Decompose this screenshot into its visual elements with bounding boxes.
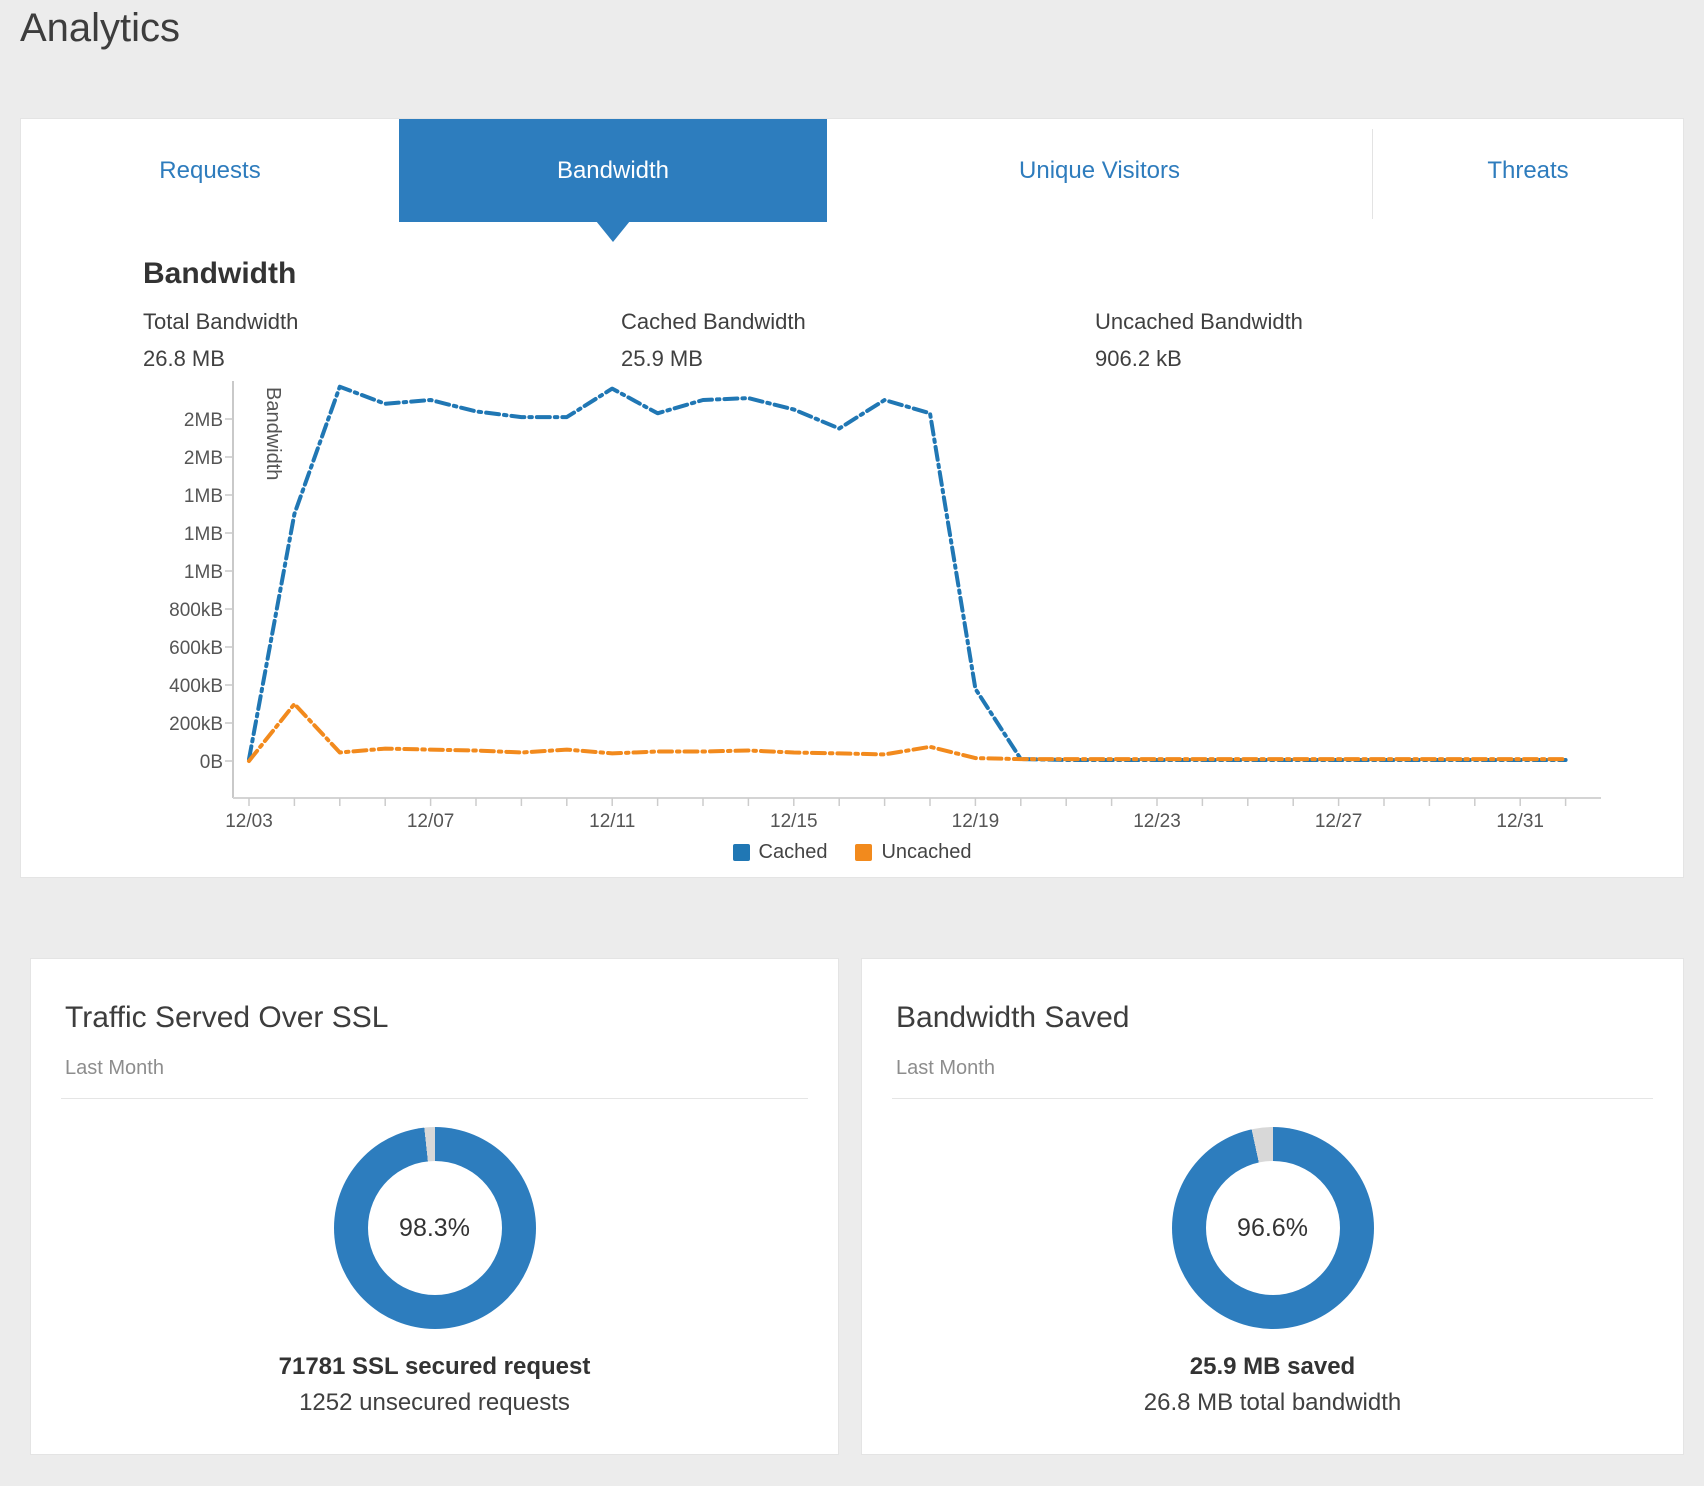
card-subtitle: Last Month xyxy=(896,1057,1649,1080)
card-secondary-caption: 26.8 MB total bandwidth xyxy=(862,1389,1683,1417)
svg-text:Bandwidth: Bandwidth xyxy=(262,387,284,480)
svg-text:1MB: 1MB xyxy=(184,524,223,545)
card-title: Bandwidth Saved xyxy=(896,1001,1649,1035)
svg-text:12/31: 12/31 xyxy=(1496,811,1544,832)
chart-legend: Cached Uncached xyxy=(21,841,1683,864)
svg-text:12/07: 12/07 xyxy=(407,811,455,832)
svg-text:12/23: 12/23 xyxy=(1133,811,1181,832)
analytics-page: Analytics Requests Bandwidth Unique Visi… xyxy=(0,0,1704,1486)
svg-text:1MB: 1MB xyxy=(184,562,223,583)
ssl-traffic-card: Traffic Served Over SSL Last Month 98.3%… xyxy=(30,958,839,1455)
svg-text:400kB: 400kB xyxy=(169,676,223,697)
card-primary-caption: 25.9 MB saved xyxy=(862,1353,1683,1381)
card-divider xyxy=(61,1098,808,1099)
svg-text:2MB: 2MB xyxy=(184,410,223,431)
legend-item-uncached: Uncached xyxy=(855,841,971,864)
donut-percent: 98.3% xyxy=(368,1161,502,1295)
card-divider xyxy=(892,1098,1653,1099)
card-subtitle: Last Month xyxy=(65,1057,804,1080)
card-secondary-caption: 1252 unsecured requests xyxy=(31,1389,838,1417)
legend-label: Cached xyxy=(759,841,828,864)
legend-label: Uncached xyxy=(881,841,971,864)
svg-text:12/19: 12/19 xyxy=(952,811,1000,832)
page-title: Analytics xyxy=(20,6,180,51)
svg-text:800kB: 800kB xyxy=(169,600,223,621)
bandwidth-panel: Requests Bandwidth Unique Visitors Threa… xyxy=(20,118,1684,878)
uncached-swatch-icon xyxy=(855,844,872,861)
svg-text:12/11: 12/11 xyxy=(589,811,635,832)
bandwidth-saved-card: Bandwidth Saved Last Month 96.6% 25.9 MB… xyxy=(861,958,1684,1455)
cached-swatch-icon xyxy=(733,844,750,861)
svg-text:2MB: 2MB xyxy=(184,448,223,469)
ssl-donut-chart: 98.3% xyxy=(334,1127,536,1329)
donut-percent: 96.6% xyxy=(1206,1161,1340,1295)
card-primary-caption: 71781 SSL secured request xyxy=(31,1353,838,1381)
svg-text:12/27: 12/27 xyxy=(1315,811,1363,832)
svg-text:200kB: 200kB xyxy=(169,714,223,735)
svg-text:12/15: 12/15 xyxy=(770,811,818,832)
svg-text:1MB: 1MB xyxy=(184,486,223,507)
bandwidth-saved-donut-chart: 96.6% xyxy=(1172,1127,1374,1329)
svg-text:0B: 0B xyxy=(200,752,223,773)
svg-text:600kB: 600kB xyxy=(169,638,223,659)
bandwidth-line-chart: 0B 200kB 400kB 600kB 800kB 1MB 1MB 1MB 2MB 2MB 12/… xyxy=(21,119,1685,879)
legend-item-cached: Cached xyxy=(733,841,828,864)
svg-text:12/03: 12/03 xyxy=(225,811,273,832)
card-title: Traffic Served Over SSL xyxy=(65,1001,804,1035)
